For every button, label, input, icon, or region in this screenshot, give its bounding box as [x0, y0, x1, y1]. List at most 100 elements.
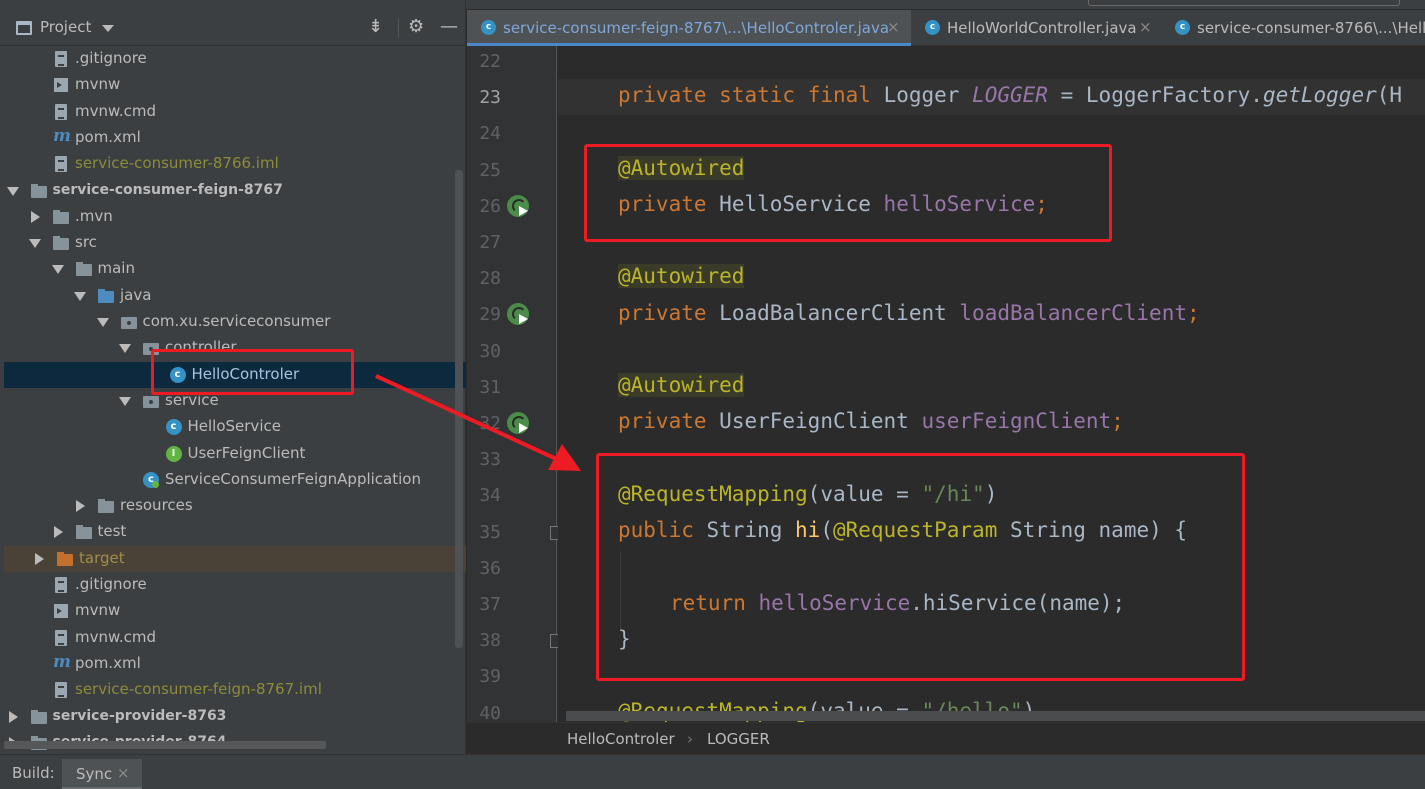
tree-item-service-consumer-feign-8767-iml[interactable]: service-consumer-feign-8767.iml	[0, 677, 456, 703]
tree-item-service-consumer-8766-iml[interactable]: service-consumer-8766.iml	[0, 151, 456, 177]
tree-item-mvnw-cmd[interactable]: mvnw.cmd	[0, 99, 456, 125]
chevron-down-icon[interactable]	[51, 265, 64, 275]
semicolon: ;	[1186, 301, 1200, 325]
close-icon[interactable]: ×	[887, 18, 900, 36]
tree-horizontal-scrollbar[interactable]	[4, 741, 326, 749]
tree-item-label: java	[120, 285, 152, 304]
excluded-folder-icon	[57, 551, 73, 567]
class-reference: LoggerFactory	[1085, 83, 1251, 107]
chevron-down-icon[interactable]	[96, 318, 109, 327]
tab-helloworldcontroller-java[interactable]: c HelloWorldController.java ×	[911, 10, 1161, 46]
chevron-down-icon[interactable]	[74, 291, 86, 301]
project-window-icon	[16, 21, 32, 35]
field-name: loadBalancerClient	[959, 301, 1187, 325]
chevron-right-icon[interactable]	[35, 552, 44, 565]
tree-item-com-xu-serviceconsumer[interactable]: com.xu.serviceconsumer	[0, 309, 456, 335]
tree-item-pom-xml[interactable]: m pom.xml	[0, 125, 456, 151]
tree-vertical-scrollbar[interactable]	[455, 170, 463, 648]
tree-item-pom-xml[interactable]: m pom.xml	[0, 651, 456, 677]
navigate-to-bean-icon[interactable]	[507, 412, 529, 434]
tree-item-label: .gitignore	[75, 575, 147, 593]
class-icon: c	[1175, 20, 1190, 35]
line-number: 24	[479, 123, 501, 145]
line-number: 30	[479, 340, 501, 362]
terminal-icon	[53, 603, 69, 619]
tree-item-test[interactable]: test	[0, 519, 456, 545]
breadcrumb-class[interactable]: HelloControler	[567, 730, 675, 748]
line-number: 29	[479, 304, 501, 326]
code-line-23: private static final Logger LOGGER = Log…	[618, 83, 1402, 107]
close-icon[interactable]: ×	[1139, 18, 1152, 36]
spring-boot-class-icon: c	[143, 471, 159, 488]
tree-item-main[interactable]: main	[0, 256, 456, 282]
tree-item-label: com.xu.serviceconsumer	[142, 312, 331, 330]
tree-item-java[interactable]: java	[0, 283, 456, 309]
tree-item-target[interactable]: target	[4, 545, 466, 572]
tree-item-service-provider-8763[interactable]: service-provider-8763	[0, 704, 456, 730]
type-name: UserFeignClient	[719, 409, 909, 433]
tab-sync[interactable]: Sync ×	[62, 759, 142, 789]
folder-icon	[75, 524, 92, 540]
annotation-box-request-mapping	[596, 453, 1245, 681]
tab-service-consumer-8766-hello[interactable]: c service-consumer-8766\...\Hello	[1161, 10, 1425, 46]
class-icon: c	[481, 20, 496, 35]
tree-item-label: service-consumer-feign-8767	[52, 181, 283, 198]
folder-icon	[53, 209, 69, 225]
collapse-all-icon[interactable]: ⇟	[368, 17, 383, 37]
tree-item-mvnw-cmd[interactable]: mvnw.cmd	[0, 625, 456, 651]
module-folder-icon	[30, 183, 47, 199]
code-line-31: @Autowired	[618, 373, 745, 397]
chevron-down-icon[interactable]	[119, 344, 131, 354]
tab-label: service-consumer-8766\...\Hello	[1197, 19, 1425, 37]
line-number: 36	[479, 557, 501, 579]
gear-icon[interactable]: ⚙	[408, 17, 424, 37]
tree-item-label: .mvn	[75, 206, 113, 225]
tree-item-label: pom.xml	[75, 127, 141, 146]
line-number: 38	[479, 630, 501, 652]
chevron-down-icon[interactable]	[119, 396, 131, 406]
tree-item-userfeignclient[interactable]: I UserFeignClient	[0, 441, 456, 467]
project-panel-header: Project ⇟ ⚙ —	[0, 10, 466, 46]
navigate-to-bean-icon[interactable]	[507, 303, 529, 326]
header-divider	[398, 18, 399, 38]
line-number: 26	[479, 195, 501, 217]
chevron-down-icon[interactable]	[102, 25, 114, 32]
project-tree: .gitignore mvnw mvnw.cmd m pom.xml service-co…	[0, 46, 466, 754]
tree-item-src[interactable]: src	[0, 230, 456, 256]
tree-item-mvnw[interactable]: mvnw	[0, 598, 456, 624]
tree-item-gitignore[interactable]: .gitignore	[0, 46, 456, 72]
hide-panel-icon[interactable]: —	[440, 17, 458, 37]
tree-item-service-consumer-feign-8767[interactable]: service-consumer-feign-8767	[0, 178, 456, 204]
class-icon: c	[165, 419, 182, 436]
keyword: static	[719, 83, 796, 107]
maven-icon: m	[53, 125, 71, 146]
tree-item-mvnw[interactable]: mvnw	[0, 72, 456, 98]
tree-item-resources[interactable]: resources	[0, 493, 456, 519]
editor-horizontal-scrollbar[interactable]	[566, 711, 1425, 721]
project-view-selector[interactable]: Project	[40, 18, 91, 36]
chevron-right-icon[interactable]	[31, 210, 40, 223]
source-folder-icon	[98, 288, 114, 304]
line-number: 25	[479, 159, 501, 181]
tree-item-gitignore[interactable]: .gitignore	[0, 572, 456, 598]
tree-item-label: test	[97, 522, 127, 541]
chevron-down-icon[interactable]	[6, 186, 19, 196]
chevron-down-icon[interactable]	[29, 239, 41, 249]
search-field-fragment[interactable]	[1088, 0, 1400, 6]
tab-label: HelloWorldController.java	[947, 19, 1137, 37]
navigate-to-bean-icon[interactable]	[507, 194, 529, 217]
chevron-right-icon[interactable]	[8, 710, 18, 723]
breadcrumb-member[interactable]: LOGGER	[707, 730, 770, 748]
chevron-right-icon[interactable]	[76, 500, 85, 513]
tree-item-mvn[interactable]: .mvn	[0, 204, 456, 230]
tree-item-label: HelloService	[187, 417, 281, 436]
line-number: 28	[479, 268, 501, 290]
type-name: Logger	[883, 83, 960, 107]
file-icon	[53, 682, 69, 699]
close-icon[interactable]: ×	[117, 764, 130, 782]
tree-item-serviceconsumerfeignapplication[interactable]: c ServiceConsumerFeignApplication	[0, 467, 456, 493]
tree-item-helloservice[interactable]: c HelloService	[0, 414, 456, 440]
tab-hellocontroler-java[interactable]: c service-consumer-feign-8767\...\HelloC…	[467, 10, 911, 46]
tree-item-label: .gitignore	[75, 49, 147, 67]
chevron-right-icon[interactable]	[53, 526, 63, 539]
